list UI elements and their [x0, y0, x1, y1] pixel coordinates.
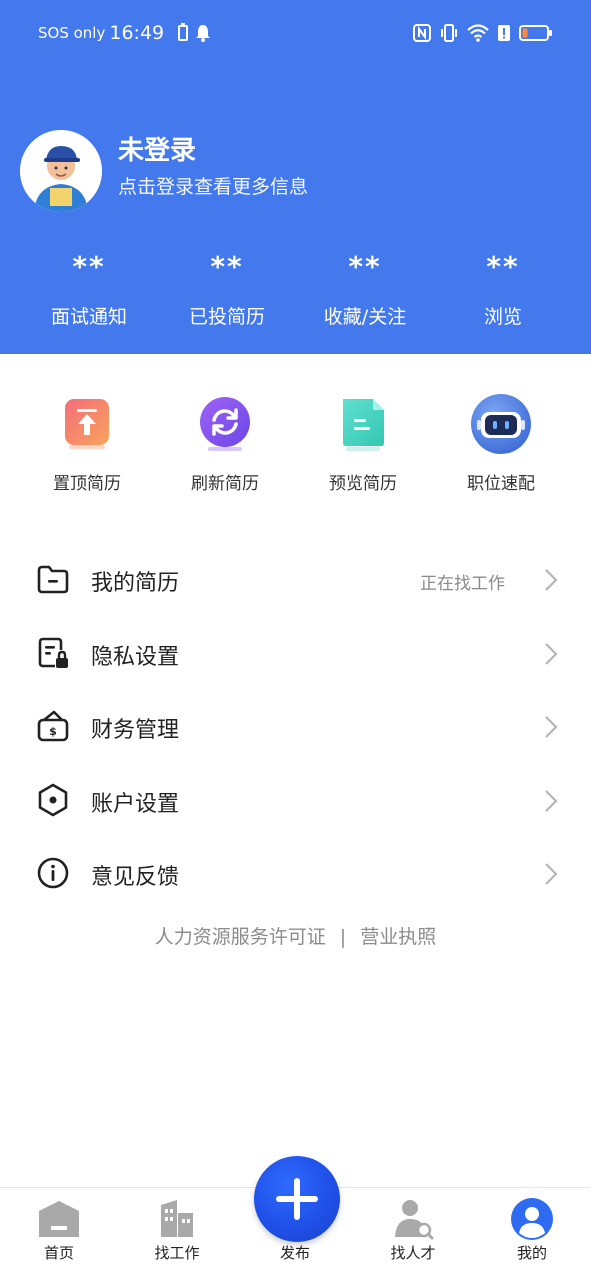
- menu-label: 我的简历: [91, 571, 180, 596]
- profile-login-area[interactable]: 未登录 点击登录查看更多信息: [20, 130, 580, 214]
- worker-avatar-icon: [20, 130, 102, 212]
- tab-label: 首页: [43, 1244, 74, 1262]
- document-preview-icon: [343, 399, 384, 451]
- chevron-right-icon: [545, 569, 558, 591]
- menu-finance[interactable]: $ 财务管理: [0, 690, 591, 764]
- refresh-icon: [200, 397, 250, 451]
- alert-icon: [498, 25, 510, 41]
- folder-icon: [37, 565, 69, 594]
- person-search-icon: [395, 1200, 434, 1240]
- tab-label: 找人才: [390, 1244, 436, 1262]
- menu-label: 账户设置: [91, 791, 180, 817]
- stat-submitted-resumes[interactable]: ** 已投简历: [158, 250, 296, 330]
- tab-label: 我的: [516, 1244, 547, 1262]
- hexagon-settings-icon: [38, 783, 68, 817]
- stat-value: **: [486, 250, 520, 283]
- publish-fab-button[interactable]: [254, 1156, 340, 1242]
- tab-home[interactable]: 首页: [0, 1188, 118, 1281]
- stat-label: 浏览: [483, 306, 522, 328]
- footer-separator: |: [339, 926, 347, 948]
- menu-account-settings[interactable]: 账户设置: [0, 764, 591, 838]
- profile-header: SOS only 16:49 未登录 点击登录查看更多信息 ** 面试通知 **…: [0, 0, 591, 354]
- svg-text:$: $: [49, 725, 57, 738]
- quick-preview-resume[interactable]: 预览简历: [294, 393, 432, 503]
- tab-find-talent[interactable]: 找人才: [354, 1188, 472, 1281]
- stat-value: **: [210, 250, 244, 283]
- profile-name[interactable]: 未登录: [118, 130, 196, 167]
- menu-my-resume[interactable]: 我的简历 正在找工作: [0, 543, 591, 617]
- menu-label: 意见反馈: [91, 865, 180, 891]
- tab-label: 发布: [279, 1244, 310, 1262]
- plus-icon: [276, 1178, 318, 1220]
- settings-menu: 我的简历 正在找工作 隐私设置 $ 财务管理 账户设置 意见反馈: [0, 543, 591, 911]
- quick-pin-resume[interactable]: 置顶简历: [18, 393, 156, 503]
- menu-label: 隐私设置: [91, 644, 180, 670]
- quick-label: 预览简历: [329, 474, 397, 494]
- quick-label: 刷新简历: [191, 474, 259, 494]
- clock-time: 16:49: [109, 22, 165, 44]
- stat-label: 收藏/关注: [323, 306, 407, 328]
- stat-label: 面试通知: [50, 306, 127, 328]
- battery-icon: [519, 25, 552, 41]
- profile-subtitle[interactable]: 点击登录查看更多信息: [118, 172, 308, 199]
- hr-license-link[interactable]: 人力资源服务许可证: [155, 926, 326, 948]
- privacy-lock-icon: [38, 637, 68, 668]
- user-icon: [511, 1198, 553, 1240]
- pin-top-icon: [65, 399, 109, 449]
- status-bar: SOS only 16:49: [0, 0, 591, 66]
- stat-interview-notice[interactable]: ** 面试通知: [20, 250, 158, 330]
- chevron-right-icon: [545, 642, 558, 665]
- vibrate-icon: [441, 24, 457, 42]
- stat-label: 已投简历: [188, 306, 265, 328]
- business-license-link[interactable]: 营业执照: [360, 926, 436, 948]
- menu-privacy-settings[interactable]: 隐私设置: [0, 617, 591, 691]
- avatar[interactable]: [20, 130, 102, 212]
- quick-actions: 置顶简历 刷新简历 预览简历 职位速配: [18, 393, 570, 503]
- job-status-text: 正在找工作: [420, 574, 505, 594]
- stat-value: **: [72, 250, 106, 283]
- chevron-right-icon: [545, 716, 558, 738]
- stat-value: **: [348, 250, 382, 283]
- tab-find-job[interactable]: 找工作: [118, 1188, 236, 1281]
- menu-label: 财务管理: [91, 718, 180, 744]
- tab-mine[interactable]: 我的: [473, 1188, 591, 1281]
- menu-feedback[interactable]: 意见反馈: [0, 837, 591, 911]
- footer-links: 人力资源服务许可证 | 营业执照: [0, 922, 591, 949]
- stats-row: ** 面试通知 ** 已投简历 ** 收藏/关注 ** 浏览: [20, 250, 572, 330]
- quick-job-match[interactable]: 职位速配: [432, 393, 570, 503]
- building-icon: [161, 1200, 193, 1237]
- nfc-icon: [413, 24, 431, 42]
- battery-saver-icon: [178, 23, 189, 41]
- quick-label: 置顶简历: [53, 474, 121, 494]
- wallet-icon: $: [37, 710, 69, 742]
- quick-refresh-resume[interactable]: 刷新简历: [156, 393, 294, 503]
- carrier-text: SOS only: [38, 24, 106, 42]
- robot-match-icon: [471, 394, 531, 454]
- home-icon: [39, 1201, 79, 1237]
- stat-favorites[interactable]: ** 收藏/关注: [296, 250, 434, 330]
- chevron-right-icon: [545, 790, 558, 812]
- wifi-icon: [467, 24, 489, 42]
- chevron-right-icon: [545, 863, 558, 886]
- tab-label: 找工作: [154, 1244, 200, 1262]
- info-icon: [37, 858, 69, 889]
- quick-label: 职位速配: [467, 474, 535, 494]
- bell-icon: [196, 25, 211, 42]
- stat-views[interactable]: ** 浏览: [434, 250, 572, 330]
